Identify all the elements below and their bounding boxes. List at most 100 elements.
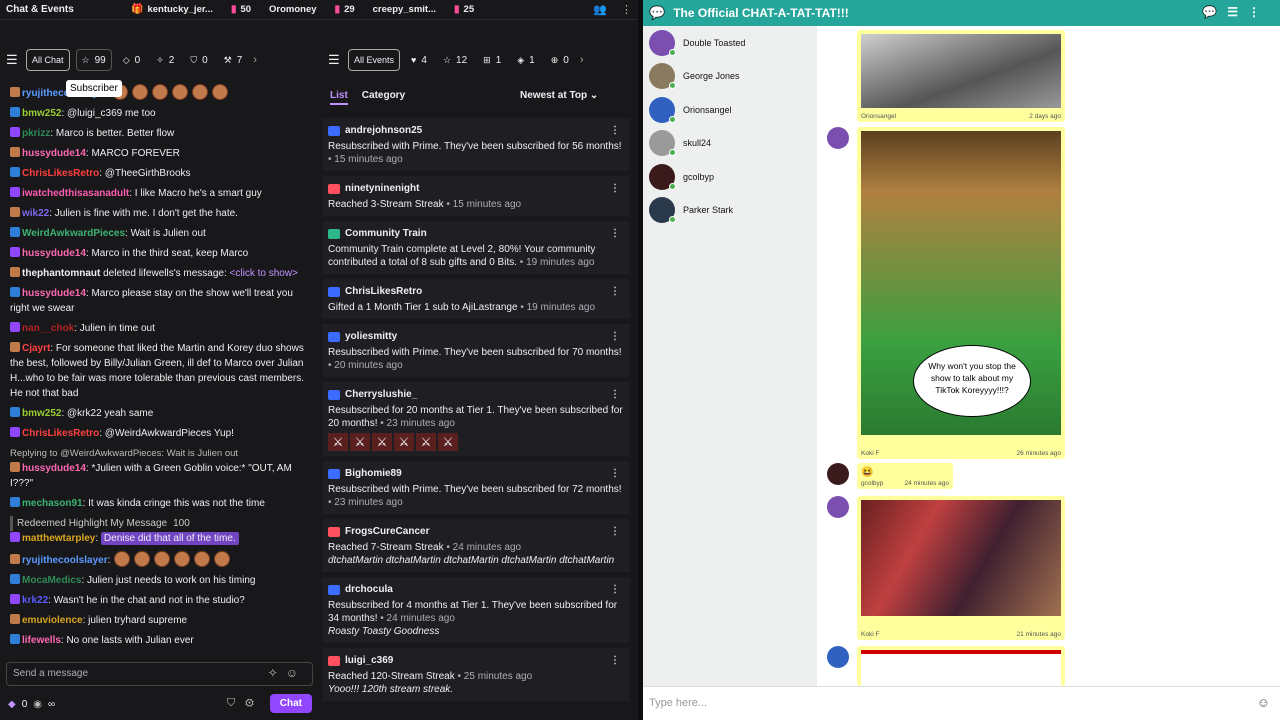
chat-username[interactable]: ryujithecoolslayer [22, 555, 108, 566]
settings-icons[interactable]: ⛉⚙ [227, 697, 264, 710]
chat-username[interactable]: lifewells [22, 635, 61, 646]
chat-username[interactable]: iwatchedthisasanadult [22, 188, 129, 199]
kebab-icon[interactable]: ⋮ [610, 654, 620, 667]
chat-username[interactable]: hussydude14 [22, 463, 86, 474]
all-chat-button[interactable]: All Chat [26, 49, 70, 71]
emote-icon[interactable]: ✧☺ [268, 666, 306, 680]
event-card[interactable]: drchocula ⋮ Resubscribed for 4 months at T… [322, 577, 630, 643]
gift-filter[interactable]: ⊞ 1 [478, 49, 507, 71]
event-user[interactable]: luigi_c369 [345, 654, 393, 667]
event-user[interactable]: andrejohnson25 [345, 124, 422, 137]
chat-username[interactable]: nan__chok [22, 323, 74, 334]
menu-icon[interactable]: ☰ [328, 52, 342, 68]
sub-filter[interactable]: ☆ 12 [437, 49, 473, 71]
user-item[interactable]: Parker Stark [643, 194, 817, 228]
subscriber-filter[interactable]: ☆ 99 [75, 49, 112, 71]
filter-4[interactable]: ⛉ 0 [185, 49, 213, 71]
chat-username[interactable]: Cjayrt [22, 343, 50, 354]
chat-username[interactable]: ChrisLikesRetro [22, 428, 99, 439]
chat-username[interactable]: MocaMedics [22, 575, 81, 586]
chat-username[interactable]: WeirdAwkwardPieces [22, 228, 125, 239]
chat-username[interactable]: bmw252 [22, 108, 61, 119]
event-card[interactable]: Cherryslushie_ ⋮ Resubscribed for 20 month… [322, 382, 630, 456]
chat-username[interactable]: ChrisLikesRetro [22, 168, 99, 179]
kebab-icon[interactable]: ⋮ [610, 182, 620, 195]
event-card[interactable]: luigi_c369 ⋮ Reached 120-Stream Streak • 2… [322, 648, 630, 701]
user-item[interactable]: skull24 [643, 127, 817, 161]
tab-category[interactable]: Category [362, 90, 405, 105]
header-icons[interactable]: 💬☰⋮ [1202, 5, 1270, 19]
filter-3[interactable]: ✧ 2 [151, 49, 180, 71]
filter-5[interactable]: ⚒ 7 [218, 49, 248, 71]
chat-bubble-icon[interactable]: 💬 [649, 5, 665, 21]
points-icon[interactable]: ◉ [33, 699, 42, 710]
event-user[interactable]: ChrisLikesRetro [345, 285, 422, 298]
event-card[interactable]: andrejohnson25 ⋮ Resubscribed with Prime. … [322, 118, 630, 171]
chat-username[interactable]: emuviolence [22, 615, 83, 626]
image-message[interactable]: Why won't you stop the show to talk abou… [857, 127, 1065, 459]
chat-username[interactable]: hussydude14 [22, 148, 86, 159]
more-icon[interactable]: ⋮ [621, 3, 632, 16]
bits-filter[interactable]: ◈ 1 [512, 49, 540, 71]
chat-username[interactable]: thephantomnaut [22, 268, 100, 279]
event-card[interactable]: Bighomie89 ⋮ Resubscribed with Prime. They… [322, 461, 630, 514]
kebab-icon[interactable]: ⋮ [610, 330, 620, 343]
follow-filter[interactable]: ♥ 4 [406, 49, 432, 71]
user-item[interactable]: Orionsangel [643, 93, 817, 127]
event-card[interactable]: yoliesmitty ⋮ Resubscribed with Prime. The… [322, 324, 630, 377]
user-item[interactable]: George Jones [643, 60, 817, 94]
event-card[interactable]: ChrisLikesRetro ⋮ Gifted a 1 Month Tier 1 … [322, 279, 630, 319]
user-item[interactable]: gcolbyp [643, 160, 817, 194]
chat-username[interactable]: bmw252 [22, 408, 61, 419]
chat-username[interactable]: hussydude14 [22, 288, 86, 299]
emoji-icon[interactable]: ☺ [1257, 695, 1270, 710]
chat-text: : julien tryhard supreme [82, 615, 188, 626]
chat-text: deleted lifewells's message: [100, 268, 230, 279]
event-user[interactable]: yoliesmitty [345, 330, 397, 343]
event-card[interactable]: Community Train ⋮ Community Train complete… [322, 221, 630, 274]
users-icon[interactable]: 👥 [593, 3, 607, 16]
event-card[interactable]: FrogsCureCancer ⋮ Reached 7-Stream Streak … [322, 519, 630, 572]
event-card[interactable]: ninetyninenight ⋮ Reached 3-Stream Streak … [322, 176, 630, 216]
image-message[interactable] [857, 646, 1065, 686]
event-user[interactable]: Community Train [345, 227, 427, 240]
kebab-icon[interactable]: ⋮ [610, 227, 620, 240]
chat-message: emuviolence: julien tryhard supreme [10, 613, 308, 628]
event-user[interactable]: Cherryslushie_ [345, 388, 417, 401]
raid-filter[interactable]: ⊕ 0 [545, 49, 574, 71]
type-input[interactable]: Type here... ☺ [643, 686, 1280, 720]
filter-2[interactable]: ◇ 0 [117, 49, 146, 71]
emoji-message[interactable]: 😆 gcolbyp 24 minutes ago [857, 463, 953, 489]
menu-icon[interactable]: ☰ [6, 52, 20, 68]
event-user[interactable]: drchocula [345, 583, 393, 596]
image-message[interactable]: Koki F 21 minutes ago [857, 496, 1065, 640]
show-message-link[interactable]: <click to show> [230, 268, 298, 279]
event-user[interactable]: FrogsCureCancer [345, 525, 429, 538]
image-message[interactable]: Orionsangel 2 days ago [857, 30, 1065, 122]
chevron-right-icon[interactable]: › [580, 54, 584, 66]
chat-username[interactable]: krk22 [22, 595, 48, 606]
chevron-right-icon[interactable]: › [253, 54, 257, 66]
user-item[interactable]: Double Toasted [643, 26, 817, 60]
chat-text: : @krk22 yeah same [61, 408, 154, 419]
kebab-icon[interactable]: ⋮ [610, 525, 620, 538]
kebab-icon[interactable]: ⋮ [610, 388, 620, 401]
kebab-icon[interactable]: ⋮ [610, 583, 620, 596]
chat-username[interactable]: matthewtarpley [22, 533, 95, 544]
chat-message: ChrisLikesRetro: @WeirdAwkwardPieces Yup… [10, 426, 308, 441]
sort-dropdown[interactable]: Newest at Top ⌄ [520, 90, 598, 101]
all-events-button[interactable]: All Events [348, 49, 401, 71]
event-user[interactable]: ninetyninenight [345, 182, 419, 195]
kebab-icon[interactable]: ⋮ [610, 467, 620, 480]
chat-username[interactable]: pkrizz [22, 128, 50, 139]
chat-username[interactable]: wik22 [22, 208, 49, 219]
message-input[interactable]: Send a message ✧☺ [6, 662, 313, 686]
event-user[interactable]: Bighomie89 [345, 467, 402, 480]
tab-list[interactable]: List [330, 90, 348, 105]
chat-username[interactable]: mechason91 [22, 498, 83, 509]
bits-icon[interactable]: ◆ [8, 699, 16, 710]
kebab-icon[interactable]: ⋮ [610, 124, 620, 137]
kebab-icon[interactable]: ⋮ [610, 285, 620, 298]
chat-button[interactable]: Chat [269, 694, 312, 713]
chat-username[interactable]: hussydude14 [22, 248, 86, 259]
